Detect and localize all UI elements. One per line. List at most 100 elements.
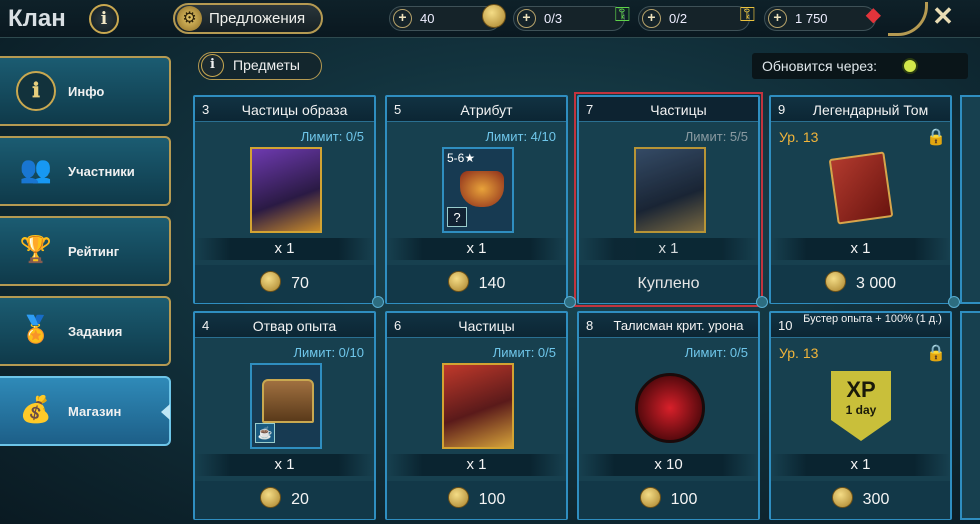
buy-button[interactable]: 100: [579, 481, 758, 519]
gold-coin-icon: [447, 271, 469, 293]
sidebar-item-label: Магазин: [68, 404, 122, 419]
gear-icon: ⚙: [177, 6, 202, 31]
item-quantity: x 1: [195, 238, 374, 260]
gold-coin-icon: [447, 487, 469, 509]
add-gold-keys-button[interactable]: +: [642, 9, 661, 28]
artifact-helmet-icon: [460, 171, 504, 207]
buy-button[interactable]: 3 000: [771, 265, 950, 303]
tab-items[interactable]: i Предметы: [198, 52, 322, 80]
buy-button[interactable]: 70: [195, 265, 374, 303]
add-green-keys-button[interactable]: +: [517, 9, 536, 28]
item-quantity: x 1: [771, 454, 950, 476]
resource-gems: + 1 750 ◆: [764, 4, 881, 31]
add-gold-button[interactable]: +: [393, 9, 412, 28]
medal-icon: 🏅: [19, 314, 53, 344]
partial-card: [960, 311, 980, 520]
tab-items-label: Предметы: [233, 57, 300, 73]
top-bar: Клан i ⚙ Предложения + 40 + 0/3 ⚿ + 0/2 …: [0, 0, 980, 38]
purchased-label: Куплено: [579, 265, 758, 303]
champion-portrait-image: [442, 363, 514, 449]
item-name: Частицы: [650, 102, 707, 118]
item-slot-number: 4: [202, 318, 210, 333]
chest-icon: [262, 379, 314, 423]
item-quantity: x 1: [579, 238, 758, 260]
resource-gold: + 40: [389, 4, 506, 31]
shop-item-card[interactable]: 4 Отвар опыта Лимит: 0/10 ☕ x 1 20: [193, 311, 376, 520]
sidebar-item-tasks[interactable]: 🏅 Задания: [0, 296, 171, 366]
buy-button[interactable]: 140: [387, 265, 566, 303]
item-slot-number: 5: [394, 102, 402, 117]
shop-item-card[interactable]: 10 Бустер опыта + 100% (1 д.) Ур. 13 🔒 X…: [769, 311, 952, 520]
item-quantity: x 1: [195, 454, 374, 476]
resource-value: 40: [420, 11, 435, 26]
item-slot-number: 9: [778, 102, 786, 117]
gold-key-icon: ⚿: [739, 4, 755, 26]
item-name: Отвар опыта: [252, 318, 337, 334]
card-connector: [948, 296, 960, 308]
offers-label: Предложения: [209, 10, 306, 27]
champion-portrait-image: [250, 147, 322, 233]
trophy-icon: 🏆: [19, 234, 53, 264]
close-button[interactable]: ✕: [930, 1, 956, 32]
sidebar-item-label: Задания: [68, 324, 123, 339]
item-quantity: x 1: [771, 238, 950, 260]
resource-value: 0/2: [669, 11, 688, 26]
item-limit: Лимит: 0/5: [684, 345, 748, 360]
sidebar-item-members[interactable]: 👥 Участники: [0, 136, 171, 206]
sidebar-item-info[interactable]: ℹ Инфо: [0, 56, 171, 126]
add-gems-button[interactable]: +: [768, 9, 787, 28]
item-slot-number: 3: [202, 102, 210, 117]
item-quantity: x 10: [579, 454, 758, 476]
sidebar-item-label: Участники: [68, 164, 135, 179]
info-icon: i: [201, 54, 224, 77]
item-name: Частицы образа: [241, 102, 348, 118]
item-slot-number: 7: [586, 102, 594, 117]
item-limit: Лимит: 0/10: [293, 345, 364, 360]
info-icon: ℹ: [16, 71, 56, 111]
resource-value: 0/3: [544, 11, 563, 26]
shop-item-card[interactable]: 7 Частицы Лимит: 5/5 x 1 Куплено: [577, 95, 760, 304]
item-slot-number: 8: [586, 318, 594, 333]
page-title: Клан: [8, 5, 66, 32]
card-connector: [564, 296, 576, 308]
item-name: Бустер опыта + 100% (1 д.): [803, 313, 942, 325]
crit-damage-charm-image: [635, 373, 705, 443]
sidebar-item-label: Инфо: [68, 84, 105, 99]
item-level-requirement: Ур. 13: [779, 129, 819, 145]
shop-item-card[interactable]: 6 Частицы Лимит: 0/5 x 1 100: [385, 311, 568, 520]
item-slot-number: 6: [394, 318, 402, 333]
item-level-requirement: Ур. 13: [779, 345, 819, 361]
money-bag-icon: 💰: [19, 394, 53, 424]
gold-coin-icon: [639, 487, 661, 509]
item-quantity: x 1: [387, 454, 566, 476]
item-name: Легендарный Том: [812, 102, 929, 118]
shop-item-card[interactable]: 9 Легендарный Том Ур. 13 🔒 x 1 3 000: [769, 95, 952, 304]
resource-green-keys: + 0/3 ⚿: [513, 4, 630, 31]
item-name: Талисман крит. урона: [613, 318, 744, 333]
shop-item-card[interactable]: 5 Атрибут Лимит: 4/10 5-6★ ? x 1 140: [385, 95, 568, 304]
shop-item-card[interactable]: 8 Талисман крит. урона Лимит: 0/5 x 10 1…: [577, 311, 760, 520]
sidebar-item-rating[interactable]: 🏆 Рейтинг: [0, 216, 171, 286]
buy-button[interactable]: 300: [771, 481, 950, 519]
members-icon: 👥: [19, 154, 53, 184]
mug-icon: ☕: [255, 423, 275, 443]
buy-button[interactable]: 100: [387, 481, 566, 519]
gold-coin-icon: [260, 487, 282, 509]
clan-info-button[interactable]: i: [89, 4, 119, 34]
card-connector: [372, 296, 384, 308]
gold-coin-icon: [824, 271, 846, 293]
clock-icon: [902, 58, 918, 74]
item-limit: Лимит: 5/5: [684, 129, 748, 144]
item-price: 70: [291, 275, 309, 292]
xp-potion-chest-image: ☕: [250, 363, 322, 449]
item-price: 3 000: [855, 275, 897, 292]
xp-text: XP: [846, 377, 876, 402]
item-name: Атрибут: [460, 102, 513, 118]
item-price: 20: [291, 491, 309, 508]
offers-button[interactable]: ⚙ Предложения: [173, 3, 323, 34]
item-price: 140: [478, 275, 506, 292]
sidebar-item-shop[interactable]: 💰 Магазин: [0, 376, 171, 446]
item-name: Частицы: [458, 318, 515, 334]
buy-button[interactable]: 20: [195, 481, 374, 519]
shop-item-card[interactable]: 3 Частицы образа Лимит: 0/5 x 1 70: [193, 95, 376, 304]
